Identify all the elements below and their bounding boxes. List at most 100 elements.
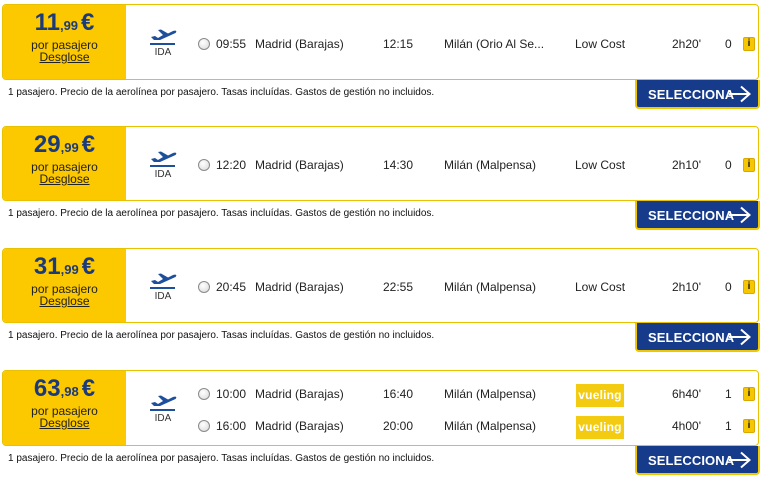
breakdown-link[interactable]: Desglose	[3, 172, 126, 186]
stops-count: 0	[725, 37, 732, 51]
flight-duration: 6h40'	[672, 387, 701, 401]
breakdown-link[interactable]: Desglose	[3, 416, 126, 430]
result-card: 11,99 € por pasajero Desglose IDA 09:55 M…	[2, 4, 759, 80]
vueling-logo: vueling	[576, 384, 624, 407]
select-button[interactable]: SELECCIONA	[635, 80, 760, 109]
arrival-time: 20:00	[383, 419, 414, 433]
price-integer: 63	[33, 375, 61, 402]
price-note: 1 pasajero. Precio de la aerolínea por p…	[8, 453, 435, 464]
price-note: 1 pasajero. Precio de la aerolínea por p…	[8, 87, 435, 98]
arrival-time: 22:55	[383, 280, 414, 294]
info-icon[interactable]: i	[743, 280, 755, 294]
breakdown-link[interactable]: Desglose	[3, 50, 126, 64]
departure-city: Madrid (Barajas)	[255, 419, 344, 433]
departure-city: Madrid (Barajas)	[255, 387, 344, 401]
price-integer: 11	[34, 9, 60, 36]
price-decimals: ,99	[60, 140, 79, 155]
vueling-logo: vueling	[576, 416, 624, 439]
select-button-label: SELECCIONA	[648, 208, 735, 223]
price-currency: €	[81, 9, 95, 36]
price-currency: €	[81, 253, 96, 280]
departure-city: Madrid (Barajas)	[255, 158, 344, 172]
direction-label: IDA	[154, 169, 172, 180]
select-button[interactable]: SELECCIONA	[635, 446, 760, 475]
price: 63,98 €	[3, 377, 126, 401]
flight-duration: 2h20'	[672, 37, 701, 51]
flight-duration: 4h00'	[672, 419, 701, 433]
result-card: 29,99 € por pasajero Desglose IDA 12:20 M…	[2, 126, 759, 201]
departure-time: 16:00	[216, 419, 247, 433]
direction-label: IDA	[154, 291, 172, 302]
departure-time: 09:55	[216, 37, 247, 51]
price-integer: 29	[33, 131, 61, 158]
price-currency: €	[81, 131, 96, 158]
airline-name: Low Cost	[575, 158, 626, 172]
price-decimals: ,99	[60, 262, 79, 277]
price-box: 31,99 € por pasajero Desglose	[3, 249, 126, 322]
arrival-time: 12:15	[383, 37, 414, 51]
price-currency: €	[81, 375, 96, 402]
segment-radio[interactable]	[198, 159, 210, 171]
price: 31,99 €	[3, 255, 126, 279]
plane-takeoff-icon	[150, 151, 177, 167]
select-button-label: SELECCIONA	[648, 87, 735, 102]
select-button[interactable]: SELECCIONA	[635, 323, 760, 352]
arrow-right-icon	[729, 85, 752, 103]
arrow-right-icon	[729, 451, 752, 469]
info-icon[interactable]: i	[743, 37, 755, 51]
direction-label: IDA	[154, 47, 172, 58]
arrival-city: Milán (Orio Al Se...	[444, 37, 545, 51]
direction-indicator: IDA	[143, 272, 183, 302]
price-note: 1 pasajero. Precio de la aerolínea por p…	[8, 330, 435, 341]
segment-radio[interactable]	[198, 281, 210, 293]
flight-segment: 12:20 Madrid (Barajas) 14:30 Milán (Malp…	[198, 155, 758, 175]
departure-city: Madrid (Barajas)	[255, 37, 344, 51]
plane-takeoff-icon	[150, 29, 177, 45]
price-decimals: ,98	[60, 384, 79, 399]
price-box: 63,98 € por pasajero Desglose	[3, 371, 126, 445]
departure-time: 20:45	[216, 280, 247, 294]
price-box: 11,99 € por pasajero Desglose	[3, 5, 126, 79]
stops-count: 1	[725, 419, 732, 433]
select-button-label: SELECCIONA	[648, 453, 735, 468]
result-card: 31,99 € por pasajero Desglose IDA 20:45 M…	[2, 248, 759, 323]
direction-indicator: IDA	[143, 28, 183, 58]
plane-takeoff-icon	[150, 273, 177, 289]
price: 11,99 €	[3, 11, 126, 35]
stops-count: 0	[725, 280, 732, 294]
price: 29,99 €	[3, 133, 126, 157]
airline-name: Low Cost	[575, 37, 626, 51]
stops-count: 0	[725, 158, 732, 172]
segment-radio[interactable]	[198, 420, 210, 432]
direction-indicator: IDA	[143, 394, 183, 424]
price-box: 29,99 € por pasajero Desglose	[3, 127, 126, 200]
departure-city: Madrid (Barajas)	[255, 280, 344, 294]
arrival-city: Milán (Malpensa)	[444, 387, 537, 401]
arrival-time: 16:40	[383, 387, 414, 401]
direction-indicator: IDA	[143, 150, 183, 180]
info-icon[interactable]: i	[743, 387, 755, 401]
segment-radio[interactable]	[198, 388, 210, 400]
departure-time: 12:20	[216, 158, 247, 172]
flight-segment: 20:45 Madrid (Barajas) 22:55 Milán (Malp…	[198, 277, 758, 297]
price-note: 1 pasajero. Precio de la aerolínea por p…	[8, 208, 435, 219]
select-button-label: SELECCIONA	[648, 330, 735, 345]
price-decimals: ,99	[59, 18, 79, 33]
info-icon[interactable]: i	[743, 419, 755, 433]
flight-segment: 09:55 Madrid (Barajas) 12:15 Milán (Orio…	[198, 34, 758, 54]
arrival-city: Milán (Malpensa)	[444, 419, 537, 433]
arrow-right-icon	[729, 328, 752, 346]
arrow-right-icon	[729, 206, 752, 224]
breakdown-link[interactable]: Desglose	[3, 294, 126, 308]
price-integer: 31	[33, 253, 61, 280]
info-icon[interactable]: i	[743, 158, 755, 172]
direction-label: IDA	[154, 413, 172, 424]
arrival-city: Milán (Malpensa)	[444, 280, 537, 294]
flight-duration: 2h10'	[672, 280, 701, 294]
select-button[interactable]: SELECCIONA	[635, 201, 760, 230]
stops-count: 1	[725, 387, 732, 401]
segment-radio[interactable]	[198, 38, 210, 50]
result-card: 63,98 € por pasajero Desglose IDA 10:00 M…	[2, 370, 759, 446]
flight-segment: 10:00 Madrid (Barajas) 16:40 Milán (Malp…	[198, 384, 758, 407]
departure-time: 10:00	[216, 387, 247, 401]
